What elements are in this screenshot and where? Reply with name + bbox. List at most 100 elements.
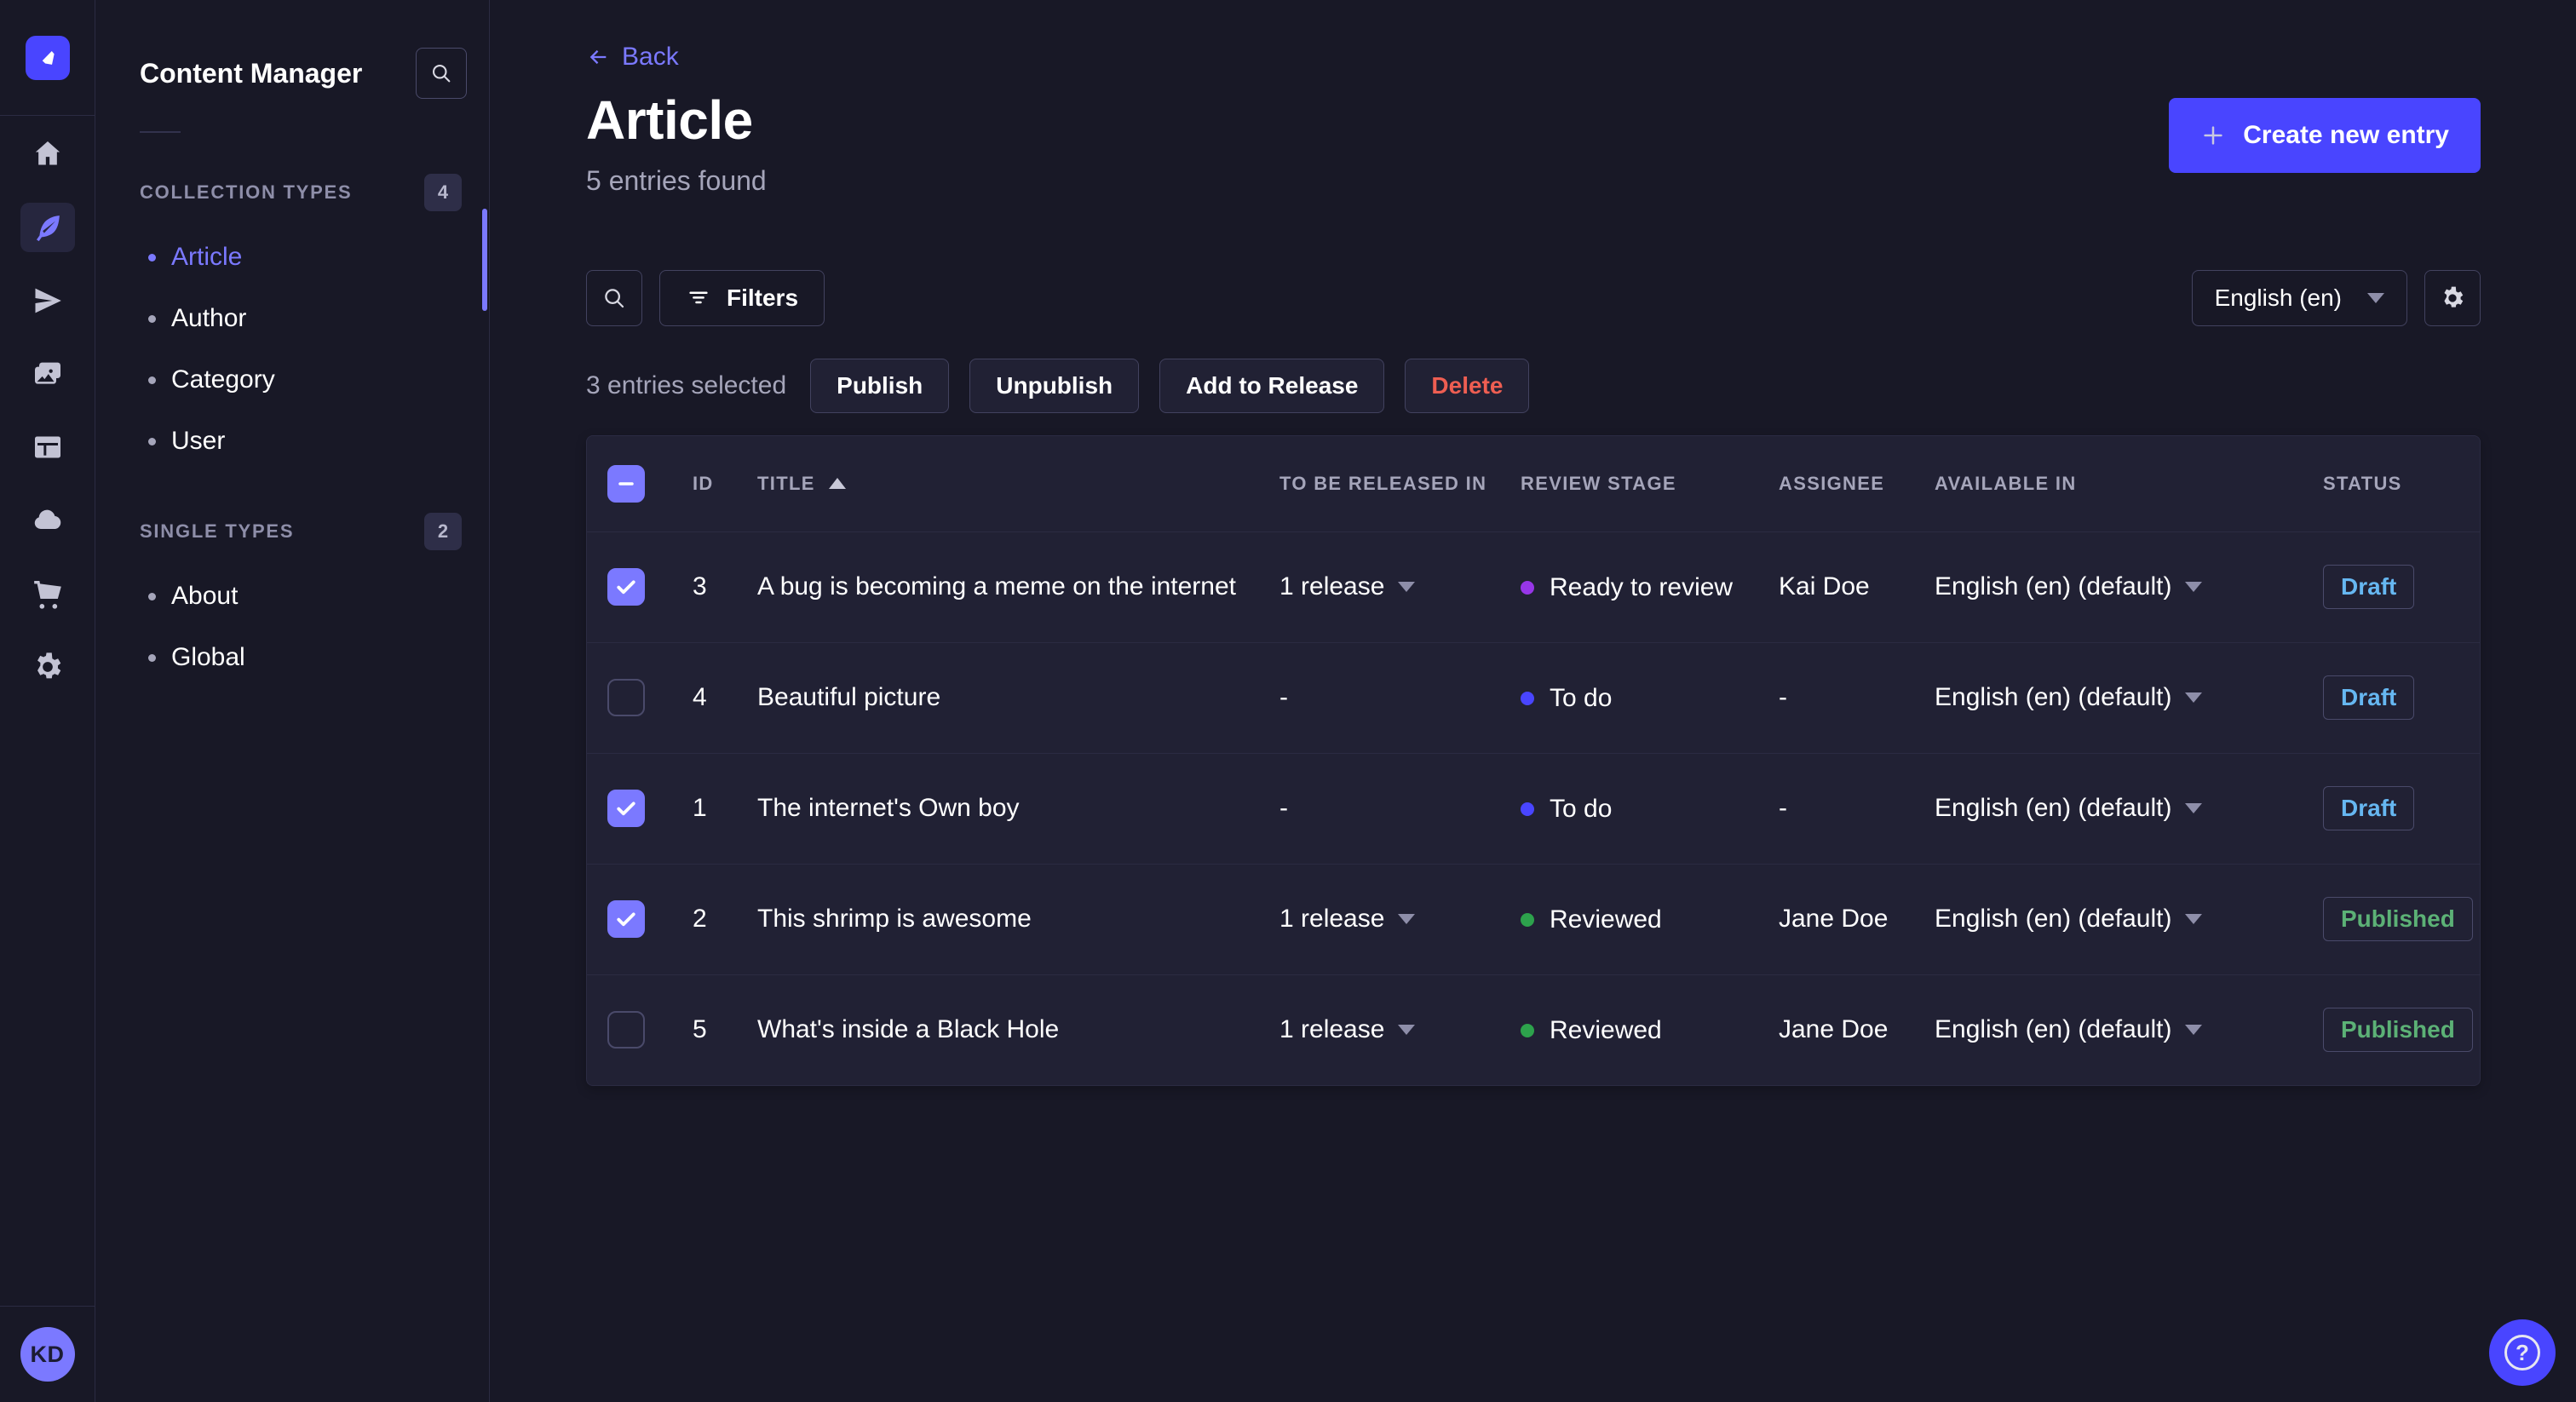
chevron-down-icon (1398, 1025, 1416, 1036)
sidebar-item-global[interactable]: Global (95, 627, 489, 688)
scrollbar-thumb[interactable] (482, 209, 487, 311)
sidebar-search-button[interactable] (416, 48, 467, 99)
status-badge: Published (2323, 897, 2473, 941)
entry-title: This shrimp is awesome (757, 905, 1032, 933)
row-checkbox[interactable] (607, 900, 645, 938)
sidebar-item-label: Global (171, 643, 245, 671)
table-row: 2 This shrimp is awesome 1 release Reviewed… (587, 863, 2480, 974)
add-to-release-button[interactable]: Add to Release (1159, 359, 1385, 413)
check-icon (617, 580, 635, 595)
sort-ascending-icon (828, 478, 846, 490)
section-label: SINGLE TYPES (140, 520, 295, 542)
column-header-title[interactable]: TITLE (757, 436, 1279, 532)
sidebar-item-about[interactable]: About (95, 566, 489, 627)
column-header-assignee[interactable]: ASSIGNEE (1779, 436, 1935, 532)
sidebar-item-category[interactable]: Category (95, 349, 489, 411)
sidebar-item-label: About (171, 582, 239, 610)
create-new-entry-button[interactable]: Create new entry (2169, 98, 2481, 173)
column-header-status[interactable]: STATUS (2323, 436, 2480, 532)
single-types-list: About Global (95, 566, 489, 688)
delete-button[interactable]: Delete (1405, 359, 1530, 413)
nav-home-icon[interactable] (20, 129, 75, 179)
nav-settings-icon[interactable] (20, 642, 75, 692)
row-checkbox[interactable] (607, 790, 645, 827)
table-row: 5 What's inside a Black Hole 1 release Revi… (587, 974, 2480, 1085)
assignee: - (1779, 794, 1787, 822)
release-dropdown[interactable]: 1 release (1279, 1015, 1416, 1044)
plus-icon (2200, 123, 2226, 148)
column-label: STATUS (2323, 472, 2402, 494)
collection-types-list: Article Author Category User (95, 227, 489, 472)
review-stage-cell: Ready to review (1521, 573, 1733, 602)
nav-marketplace-icon[interactable] (20, 569, 75, 618)
entry-id: 1 (693, 794, 707, 822)
row-locale-dropdown[interactable]: English (en) (default) (1935, 794, 2203, 823)
assignee: Jane Doe (1779, 1015, 1889, 1044)
sidebar-item-user[interactable]: User (95, 411, 489, 472)
nav-content-manager-icon[interactable] (20, 203, 75, 252)
row-locale-dropdown[interactable]: English (en) (default) (1935, 905, 2203, 934)
unpublish-button[interactable]: Unpublish (969, 359, 1140, 413)
sidebar-item-label: User (171, 427, 226, 455)
nav-cloud-icon[interactable] (20, 496, 75, 545)
row-locale-dropdown[interactable]: English (en) (default) (1935, 683, 2203, 712)
sidebar-item-author[interactable]: Author (95, 288, 489, 349)
entry-id: 5 (693, 1015, 707, 1044)
main-nav-rail: KD (0, 0, 95, 1402)
count-badge: 2 (424, 513, 462, 550)
status-badge: Draft (2323, 786, 2415, 830)
selection-count-text: 3 entries selected (586, 371, 787, 399)
toolbar: Filters English (en) (586, 270, 2481, 326)
view-settings-button[interactable] (2424, 270, 2481, 326)
row-checkbox[interactable] (607, 679, 645, 716)
check-icon (617, 912, 635, 927)
assignee: Kai Doe (1779, 572, 1870, 600)
column-header-review-stage[interactable]: REVIEW STAGE (1521, 436, 1779, 532)
nav-media-library-icon[interactable] (20, 349, 75, 399)
help-button[interactable]: ? (2489, 1319, 2556, 1386)
search-icon (432, 64, 451, 83)
row-locale-dropdown[interactable]: English (en) (default) (1935, 572, 2203, 601)
create-new-entry-label: Create new entry (2243, 121, 2449, 149)
row-checkbox[interactable] (607, 1011, 645, 1049)
column-header-id[interactable]: ID (693, 436, 757, 532)
question-mark-icon: ? (2504, 1335, 2540, 1370)
locale-value: English (en) (2214, 284, 2342, 311)
column-label: TO BE RELEASED IN (1279, 472, 1487, 494)
indeterminate-dash-icon (618, 482, 634, 486)
back-link[interactable]: Back (586, 43, 679, 72)
column-header-available-in[interactable]: AVAILABLE IN (1935, 436, 2323, 532)
filter-icon (689, 291, 708, 304)
release-value: 1 release (1279, 1015, 1385, 1044)
nav-content-type-builder-icon[interactable] (20, 422, 75, 472)
user-avatar[interactable]: KD (20, 1327, 75, 1382)
release-dropdown[interactable]: 1 release (1279, 572, 1416, 601)
review-stage-label: Reviewed (1550, 1015, 1662, 1044)
release-dropdown[interactable]: 1 release (1279, 905, 1416, 934)
entries-search-button[interactable] (586, 270, 642, 326)
nav-releases-icon[interactable] (20, 276, 75, 325)
filters-button[interactable]: Filters (659, 270, 825, 326)
strapi-logo[interactable] (25, 35, 70, 80)
table-row: 4 Beautiful picture - To do - English (en) (d… (587, 641, 2480, 753)
gear-icon (2444, 286, 2464, 307)
row-locale-dropdown[interactable]: English (en) (default) (1935, 1015, 2203, 1044)
sidebar-item-article[interactable]: Article (95, 227, 489, 288)
chevron-down-icon (2185, 582, 2203, 592)
locale-value: English (en) (default) (1935, 1015, 2172, 1044)
status-badge: Published (2323, 1008, 2473, 1053)
locale-value: English (en) (default) (1935, 794, 2172, 822)
row-checkbox[interactable] (607, 568, 645, 606)
review-stage-label: To do (1550, 794, 1613, 823)
assignee: Jane Doe (1779, 905, 1889, 933)
chevron-down-icon (2367, 293, 2384, 303)
select-all-checkbox[interactable] (607, 464, 645, 503)
bullet-icon (148, 592, 156, 600)
arrow-left-icon (589, 49, 607, 65)
review-stage-label: Reviewed (1550, 905, 1662, 934)
divider (140, 131, 181, 133)
column-header-to-be-released-in[interactable]: TO BE RELEASED IN (1279, 436, 1521, 532)
release-value: - (1279, 683, 1288, 711)
publish-button[interactable]: Publish (810, 359, 950, 413)
locale-select[interactable]: English (en) (2191, 270, 2407, 326)
